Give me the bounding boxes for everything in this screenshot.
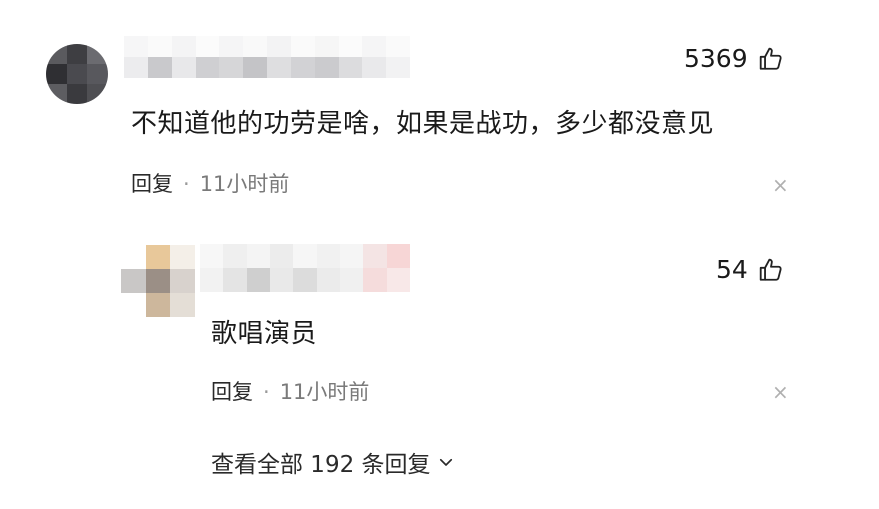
reply-button[interactable]: 回复 xyxy=(131,172,173,196)
thumbs-up-icon xyxy=(759,47,782,70)
meta-separator: · xyxy=(263,380,270,404)
thumbs-up-icon xyxy=(759,258,782,281)
comment-text: 不知道他的功劳是啥，如果是战功，多少都没意见 xyxy=(131,109,715,139)
close-icon[interactable]: × xyxy=(772,175,789,195)
view-all-replies-button[interactable]: 查看全部 192 条回复 xyxy=(211,445,455,479)
comment-like[interactable]: 5369 xyxy=(684,44,784,73)
reply-like-count: 54 xyxy=(716,255,748,284)
reply-meta: 回复 · 11小时前 xyxy=(211,376,369,406)
meta-separator: · xyxy=(183,172,190,196)
timestamp: 11小时前 xyxy=(199,172,290,196)
view-all-replies-label: 查看全部 192 条回复 xyxy=(211,452,431,478)
reply-button[interactable]: 回复 xyxy=(211,380,253,404)
reply-username-blurred[interactable] xyxy=(200,244,410,292)
comment-username-blurred[interactable] xyxy=(124,36,410,78)
reply-avatar[interactable] xyxy=(121,245,195,317)
reply-like[interactable]: 54 xyxy=(716,255,784,284)
reply-text: 歌唱演员 xyxy=(211,319,318,349)
close-icon[interactable]: × xyxy=(772,382,789,402)
comment-meta: 回复 · 11小时前 xyxy=(131,168,289,198)
chevron-down-icon xyxy=(439,458,452,466)
comment-avatar[interactable] xyxy=(46,44,108,104)
comment-like-count: 5369 xyxy=(684,44,748,73)
timestamp: 11小时前 xyxy=(279,380,370,404)
